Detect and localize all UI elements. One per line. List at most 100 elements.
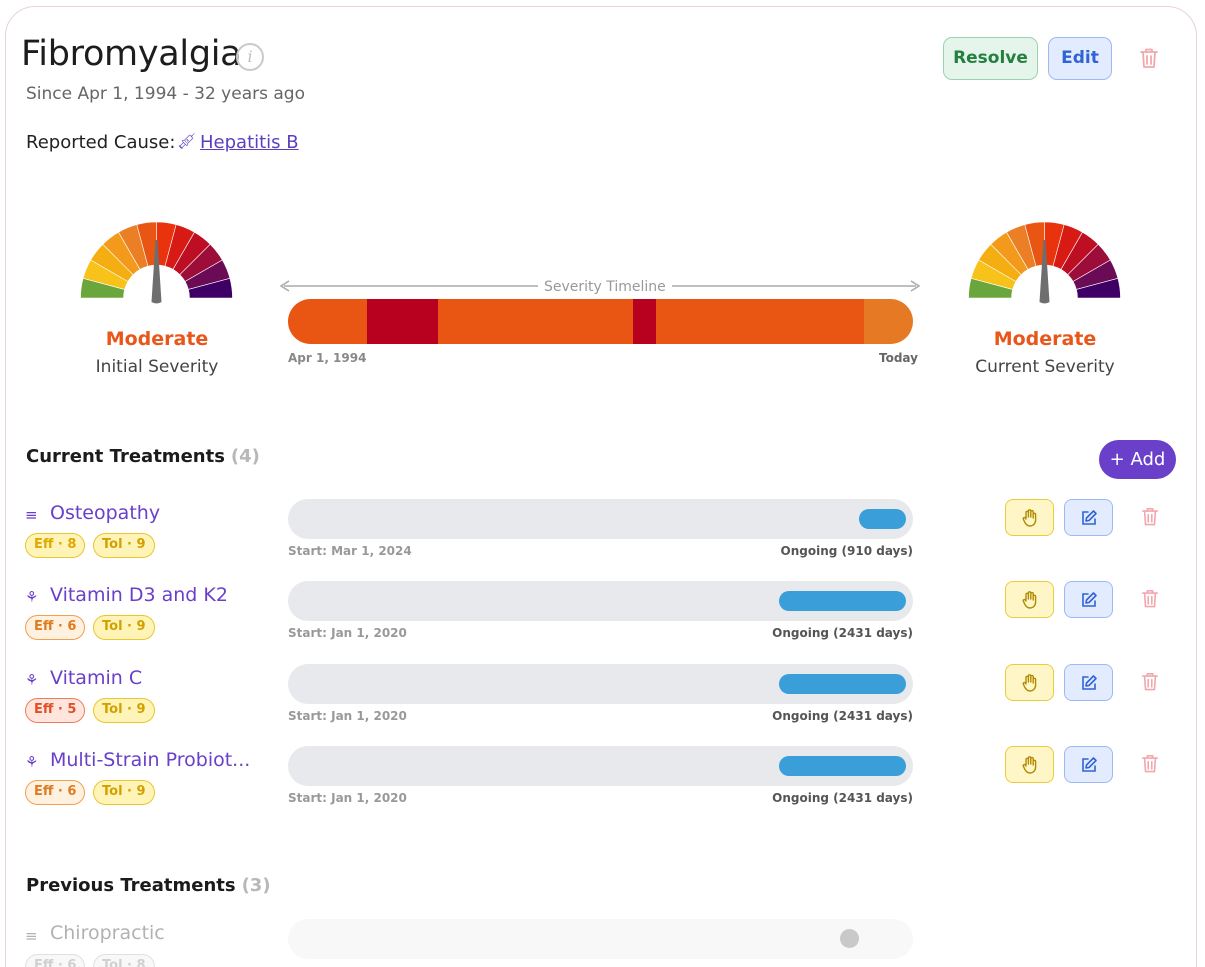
trash-icon bbox=[1141, 673, 1159, 691]
effectiveness-badge: Eff · 6 bbox=[25, 954, 86, 967]
condition-title: Fibromyalgia bbox=[21, 34, 242, 74]
tolerance-badge: Tol · 9 bbox=[93, 698, 155, 723]
pills-icon: ⚘ bbox=[25, 588, 39, 606]
severity-timeline-title: Severity Timeline bbox=[538, 279, 672, 295]
delete-condition-button[interactable] bbox=[1139, 47, 1159, 73]
treatment-timeline-track bbox=[288, 499, 913, 539]
pause-treatment-button[interactable] bbox=[1005, 664, 1054, 701]
treatment-name[interactable]: Vitamin D3 and K2 bbox=[50, 584, 228, 606]
effectiveness-badge: Eff · 6 bbox=[25, 615, 86, 640]
pills-icon: ⚘ bbox=[25, 753, 39, 771]
treatment-start-date: Start: Jan 1, 2020 bbox=[288, 709, 407, 723]
treatment-name[interactable]: Osteopathy bbox=[50, 502, 160, 524]
current-severity-label: Current Severity bbox=[975, 357, 1115, 377]
treatment-name[interactable]: Vitamin C bbox=[50, 667, 142, 689]
treatment-duration-bar bbox=[779, 674, 906, 694]
treatment-end-dot bbox=[840, 929, 859, 948]
cause-link[interactable]: Hepatitis B bbox=[200, 132, 299, 153]
timeline-segment bbox=[288, 299, 368, 344]
edit-treatment-button[interactable] bbox=[1064, 499, 1113, 536]
resolve-button[interactable]: Resolve bbox=[943, 37, 1038, 80]
current-treatments-heading: Current Treatments (4) bbox=[26, 446, 260, 467]
treatment-timeline-track bbox=[288, 664, 913, 704]
treatment-start-date: Start: Jan 1, 2020 bbox=[288, 791, 407, 805]
timeline-end-date: Today bbox=[879, 351, 918, 365]
effectiveness-badge: Eff · 6 bbox=[25, 780, 86, 805]
tolerance-badge: Tol · 9 bbox=[93, 780, 155, 805]
edit-treatment-button[interactable] bbox=[1064, 664, 1113, 701]
treatment-ongoing-status: Ongoing (2431 days) bbox=[772, 709, 913, 723]
hand-icon bbox=[1022, 508, 1036, 527]
pause-treatment-button[interactable] bbox=[1005, 499, 1054, 536]
delete-treatment-button[interactable] bbox=[1141, 753, 1159, 778]
edit-icon bbox=[1081, 756, 1097, 772]
syringe-icon: 💉︎ bbox=[176, 132, 198, 152]
trash-icon bbox=[1141, 508, 1159, 526]
severity-timeline-bar[interactable] bbox=[288, 299, 913, 344]
previous-treatments-title: Previous Treatments bbox=[26, 875, 236, 896]
current-severity-gauge bbox=[968, 221, 1121, 304]
stacked-stones-icon: ≡ bbox=[25, 506, 38, 524]
effectiveness-badge: Eff · 5 bbox=[25, 698, 86, 723]
add-treatment-button[interactable]: + Add bbox=[1099, 440, 1176, 479]
initial-severity-label: Initial Severity bbox=[95, 357, 219, 377]
current-severity-level: Moderate bbox=[993, 328, 1097, 350]
edit-icon bbox=[1081, 674, 1097, 690]
treatment-start-date: Start: Jan 1, 2020 bbox=[288, 626, 407, 640]
hand-icon bbox=[1022, 590, 1036, 609]
previous-treatment-name[interactable]: Chiropractic bbox=[50, 922, 165, 944]
tolerance-badge: Tol · 9 bbox=[93, 615, 155, 640]
timeline-segment bbox=[864, 299, 913, 344]
pause-treatment-button[interactable] bbox=[1005, 581, 1054, 618]
edit-treatment-button[interactable] bbox=[1064, 581, 1113, 618]
treatment-ongoing-status: Ongoing (910 days) bbox=[780, 544, 913, 558]
previous-treatments-count: (3) bbox=[241, 875, 271, 896]
initial-severity-level: Moderate bbox=[105, 328, 209, 350]
tolerance-badge: Tol · 8 bbox=[93, 954, 155, 967]
treatment-ongoing-status: Ongoing (2431 days) bbox=[772, 791, 913, 805]
stacked-stones-icon: ≡ bbox=[25, 927, 38, 945]
trash-icon bbox=[1141, 590, 1159, 608]
treatment-duration-bar bbox=[779, 591, 906, 611]
delete-treatment-button[interactable] bbox=[1141, 671, 1159, 696]
treatment-name[interactable]: Multi-Strain Probiot... bbox=[50, 749, 250, 771]
treatment-timeline-track bbox=[288, 919, 913, 959]
timeline-segment bbox=[367, 299, 438, 344]
treatment-timeline-track bbox=[288, 746, 913, 786]
timeline-segment bbox=[633, 299, 657, 344]
previous-treatment-row[interactable]: ≡ Chiropractic Eff · 6 Tol · 8 bbox=[0, 919, 1205, 967]
reported-cause-label: Reported Cause: bbox=[26, 132, 176, 153]
treatment-duration-bar bbox=[779, 756, 906, 776]
previous-treatments-heading: Previous Treatments (3) bbox=[26, 875, 271, 896]
effectiveness-badge: Eff · 8 bbox=[25, 533, 86, 558]
current-treatments-title: Current Treatments bbox=[26, 446, 225, 467]
hand-icon bbox=[1022, 755, 1036, 774]
info-icon[interactable]: i bbox=[236, 43, 264, 71]
trash-icon bbox=[1141, 755, 1159, 773]
tolerance-badge: Tol · 9 bbox=[93, 533, 155, 558]
treatment-ongoing-status: Ongoing (2431 days) bbox=[772, 626, 913, 640]
treatment-row[interactable]: ⚘ Vitamin C Eff · 5 Tol · 9 Start: Jan 1… bbox=[0, 664, 1205, 744]
treatment-row[interactable]: ≡ Osteopathy Eff · 8 Tol · 9 Start: Mar … bbox=[0, 499, 1205, 579]
treatment-duration-bar bbox=[859, 509, 906, 529]
pills-icon: ⚘ bbox=[25, 671, 39, 689]
pause-treatment-button[interactable] bbox=[1005, 746, 1054, 783]
treatment-row[interactable]: ⚘ Vitamin D3 and K2 Eff · 6 Tol · 9 Star… bbox=[0, 581, 1205, 661]
timeline-segment bbox=[656, 299, 865, 344]
edit-button[interactable]: Edit bbox=[1048, 37, 1112, 80]
delete-treatment-button[interactable] bbox=[1141, 506, 1159, 531]
edit-icon bbox=[1081, 509, 1097, 525]
timeline-segment bbox=[438, 299, 633, 344]
treatment-start-date: Start: Mar 1, 2024 bbox=[288, 544, 412, 558]
edit-icon bbox=[1081, 591, 1097, 607]
delete-treatment-button[interactable] bbox=[1141, 588, 1159, 613]
timeline-start-date: Apr 1, 1994 bbox=[288, 351, 367, 365]
edit-treatment-button[interactable] bbox=[1064, 746, 1113, 783]
severity-timeline-header: Severity Timeline bbox=[280, 279, 920, 299]
initial-severity-gauge bbox=[80, 221, 233, 304]
condition-since: Since Apr 1, 1994 - 32 years ago bbox=[26, 84, 305, 104]
treatment-timeline-track bbox=[288, 581, 913, 621]
current-treatments-count: (4) bbox=[230, 446, 260, 467]
treatment-row[interactable]: ⚘ Multi-Strain Probiot... Eff · 6 Tol · … bbox=[0, 746, 1205, 826]
trash-icon bbox=[1140, 48, 1158, 68]
